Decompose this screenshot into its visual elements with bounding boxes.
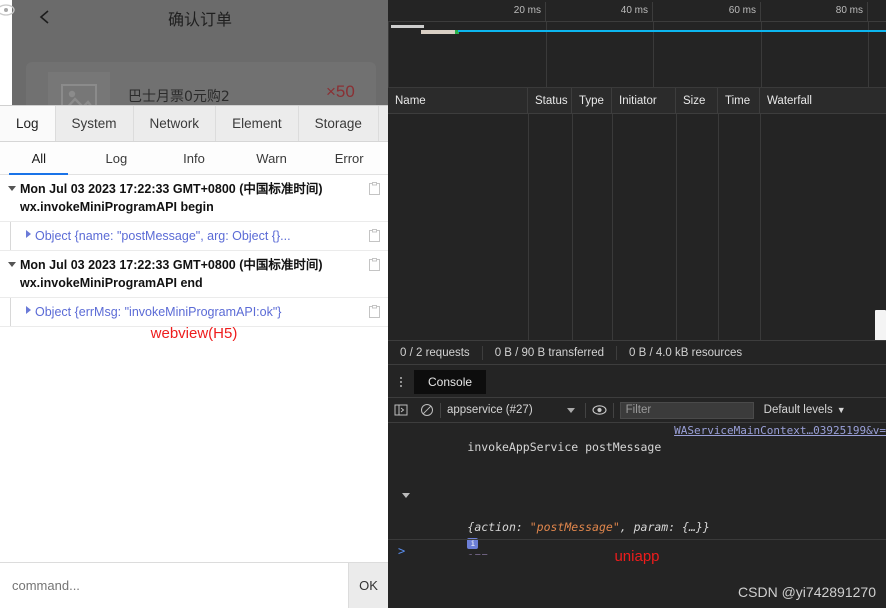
column-divider — [528, 114, 529, 340]
toolbar-divider — [612, 402, 614, 418]
resources-size: 0 B / 4.0 kB resources — [629, 346, 743, 359]
column-divider — [718, 114, 719, 340]
disclosure-triangle-icon[interactable] — [8, 262, 16, 267]
live-expression-eye-icon[interactable] — [586, 398, 613, 423]
grid-line — [388, 22, 389, 87]
disclosure-triangle-icon[interactable] — [26, 306, 31, 314]
product-quantity: ×50 — [326, 82, 355, 101]
log-entry[interactable]: Object {errMsg: "invokeMiniProgramAPI:ok… — [0, 298, 388, 327]
column-header-size[interactable]: Size — [676, 88, 718, 114]
screenshot-root: 确认订单 巴士月票0元购2 ×50 Log System Network Ele… — [0, 0, 886, 608]
vconsole-command-bar: OK — [0, 562, 388, 608]
webview-watermark: webview(H5) — [150, 325, 238, 342]
vconsole-log-list[interactable]: Mon Jul 03 2023 17:22:33 GMT+0800 (中国标准时… — [0, 175, 388, 562]
log-message: Object {errMsg: "invokeMiniProgramAPI:ok… — [35, 305, 282, 319]
copy-icon[interactable] — [369, 258, 380, 271]
console-log-header: invokeAppService postMessage WAServiceMa… — [388, 423, 886, 487]
console-filter-input[interactable]: Filter — [619, 401, 754, 419]
tick-label: 60 ms — [728, 5, 756, 16]
more-vertical-icon[interactable] — [388, 366, 414, 398]
vconsole-tab-bar: Log System Network Element Storage — [0, 106, 388, 142]
tab-network[interactable]: Network — [133, 106, 217, 141]
network-timeline-ruler: 20 ms 40 ms 60 ms 80 ms — [388, 2, 886, 22]
log-message: wx.invokeMiniProgramAPI end — [20, 276, 203, 290]
log-entry[interactable]: Mon Jul 03 2023 17:22:33 GMT+0800 (中国标准时… — [0, 251, 388, 298]
column-header-name[interactable]: Name — [388, 88, 528, 114]
column-divider — [572, 114, 573, 340]
filter-all[interactable]: All — [0, 142, 78, 175]
tab-console[interactable]: Console — [414, 369, 487, 394]
disclosure-triangle-icon[interactable] — [402, 493, 410, 502]
tick-label: 80 ms — [835, 5, 863, 16]
column-header-time[interactable]: Time — [718, 88, 760, 114]
console-toolbar: appservice (#27) Filter Default levels ▼ — [388, 398, 886, 423]
column-header-type[interactable]: Type — [572, 88, 612, 114]
filter-log[interactable]: Log — [78, 142, 156, 174]
log-entry[interactable]: Mon Jul 03 2023 17:22:33 GMT+0800 (中国标准时… — [0, 175, 388, 222]
copy-icon[interactable] — [369, 229, 380, 242]
copy-icon[interactable] — [369, 305, 380, 318]
log-message: Object {name: "postMessage", arg: Object… — [35, 229, 291, 243]
page-title: 确认订单 — [167, 10, 232, 29]
object-summary: {action: "postMessage", param: {…}} — [467, 520, 710, 534]
console-log-title: invokeAppService postMessage — [467, 440, 662, 454]
eye-icon — [0, 3, 18, 16]
copy-icon[interactable] — [369, 182, 380, 195]
filter-info[interactable]: Info — [155, 142, 233, 174]
log-levels-selector[interactable]: Default levels ▼ — [764, 404, 846, 416]
disclosure-triangle-icon[interactable] — [26, 230, 31, 238]
overview-line-blue — [458, 30, 886, 32]
tab-storage[interactable]: Storage — [298, 106, 379, 141]
clear-console-icon[interactable] — [414, 398, 440, 423]
network-overview[interactable]: 20 ms 40 ms 60 ms 80 ms — [388, 0, 886, 88]
filter-warn[interactable]: Warn — [233, 142, 311, 174]
tick-label: 40 ms — [620, 5, 648, 16]
column-divider — [760, 114, 761, 340]
column-divider — [676, 114, 677, 340]
source-link[interactable]: WAServiceMainContext…03925199&v= — [674, 423, 886, 439]
context-selector[interactable]: appservice (#27) — [441, 404, 539, 416]
log-message: wx.invokeMiniProgramAPI begin — [20, 200, 214, 214]
column-header-status[interactable]: Status — [528, 88, 572, 114]
chevron-down-icon: ▼ — [836, 405, 846, 415]
filter-error[interactable]: Error — [310, 142, 388, 174]
uniapp-watermark: uniapp — [614, 548, 660, 565]
devtools-pane: 20 ms 40 ms 60 ms 80 ms Name Status Type… — [388, 0, 886, 608]
column-divider — [612, 114, 613, 340]
drawer-tab-bar: Console — [388, 366, 886, 398]
tab-element[interactable]: Element — [216, 106, 299, 141]
network-table-body[interactable] — [388, 114, 886, 356]
tab-log[interactable]: Log — [0, 106, 56, 141]
requests-count: 0 / 2 requests — [388, 345, 483, 360]
chevron-down-icon[interactable] — [566, 407, 575, 413]
network-status-bar: 0 / 2 requests 0 B / 90 B transferred 0 … — [388, 340, 886, 365]
network-table-header: Name Status Type Initiator Size Time Wat… — [388, 88, 886, 114]
column-header-waterfall[interactable]: Waterfall — [760, 88, 886, 114]
console-output[interactable]: invokeAppService postMessage WAServiceMa… — [388, 423, 886, 555]
overview-bar-beige — [421, 30, 456, 34]
log-levels-label: Default levels — [763, 404, 833, 416]
log-timestamp: Mon Jul 03 2023 17:22:33 GMT+0800 (中国标准时… — [20, 182, 323, 196]
tab-system[interactable]: System — [55, 106, 134, 141]
log-entry[interactable]: Object {name: "postMessage", arg: Object… — [0, 222, 388, 251]
tick-label: 20 ms — [513, 5, 541, 16]
command-ok-button[interactable]: OK — [348, 563, 388, 608]
simulator-pane: 确认订单 巴士月票0元购2 ×50 Log System Network Ele… — [0, 0, 388, 608]
product-name: 巴士月票0元购2 — [128, 89, 230, 105]
vconsole-filter-bar: All Log Info Warn Error — [0, 142, 388, 175]
overview-bar-grey — [391, 25, 424, 28]
transferred-size: 0 B / 90 B transferred — [483, 345, 617, 360]
command-input[interactable] — [0, 563, 348, 608]
miniprogram-navbar: 确认订单 — [12, 0, 388, 58]
console-sidebar-icon[interactable] — [388, 398, 414, 423]
csdn-watermark: CSDN @yi742891270 — [738, 584, 876, 600]
vconsole-panel: Log System Network Element Storage All L… — [0, 105, 388, 608]
column-header-initiator[interactable]: Initiator — [612, 88, 676, 114]
log-timestamp: Mon Jul 03 2023 17:22:33 GMT+0800 (中国标准时… — [20, 258, 323, 272]
disclosure-triangle-icon[interactable] — [8, 186, 16, 191]
